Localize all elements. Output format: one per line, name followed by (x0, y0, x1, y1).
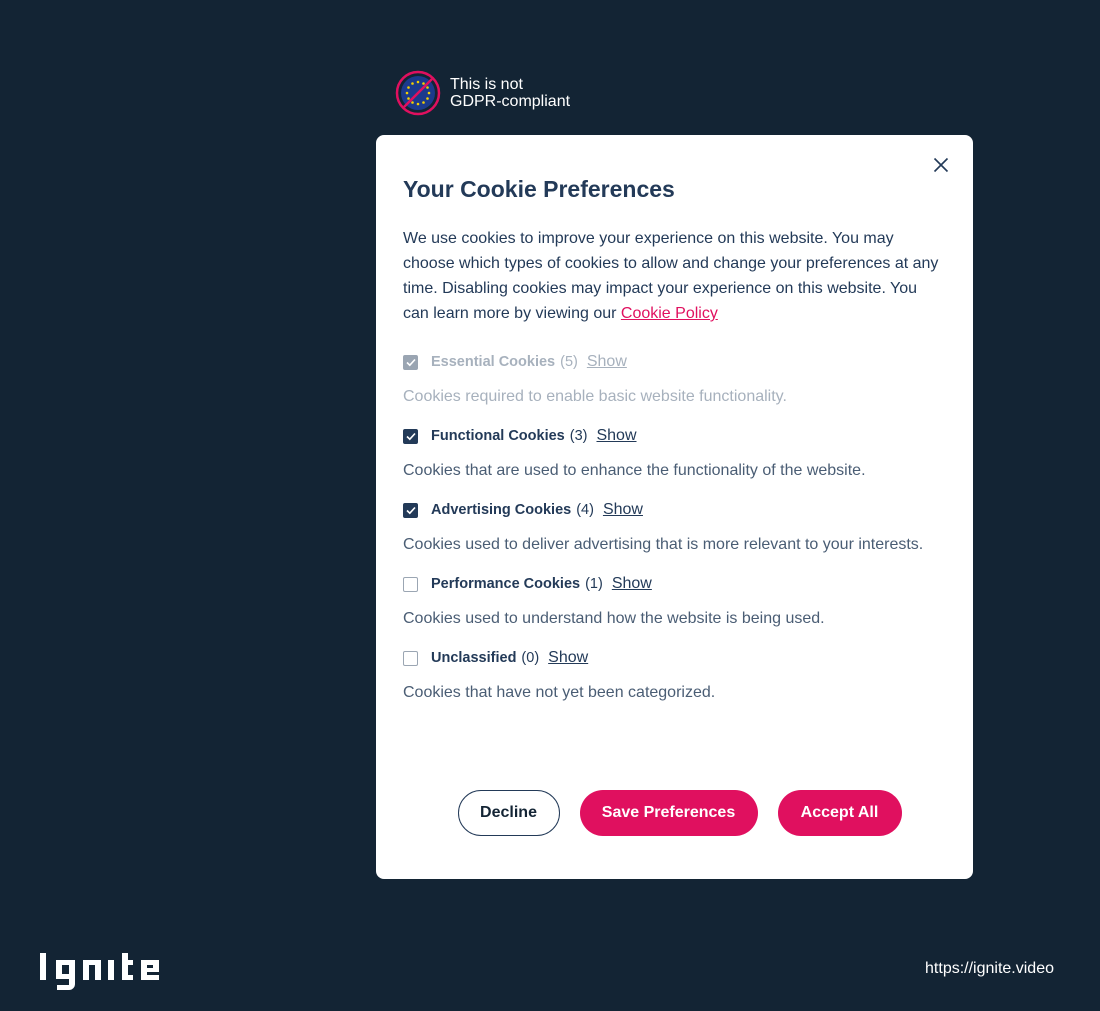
check-icon (405, 358, 416, 366)
category-description: Cookies used to understand how the websi… (403, 610, 825, 627)
category-count: (3) (569, 428, 588, 444)
category-name: Essential Cookies (431, 354, 556, 370)
decline-button[interactable]: Decline (457, 790, 560, 836)
category-description: Cookies required to enable basic website… (403, 388, 787, 405)
ignite-logo-icon (40, 953, 159, 990)
category-name: Unclassified (431, 650, 517, 666)
performance-checkbox[interactable] (403, 576, 418, 592)
show-advertising-link[interactable]: Show (603, 501, 643, 519)
show-functional-link[interactable]: Show (596, 427, 636, 445)
intro-text: We use cookies to improve your experienc… (403, 226, 946, 326)
category-description: Cookies that are used to enhance the fun… (403, 462, 866, 479)
action-buttons: Decline Save Preferences Accept All (376, 790, 973, 836)
check-icon (405, 506, 416, 514)
category-name: Performance Cookies (431, 576, 581, 592)
unclassified-checkbox[interactable] (403, 650, 418, 666)
cookie-preferences-modal: Your Cookie Preferences We use cookies t… (376, 135, 973, 879)
category-name: Advertising Cookies (431, 502, 572, 518)
advertising-checkbox[interactable] (403, 502, 418, 518)
category-functional: Functional Cookies (3) Show Cookies that… (403, 426, 946, 481)
category-count: (5) (560, 354, 578, 370)
cookie-policy-link[interactable]: Cookie Policy (621, 305, 718, 322)
show-unclassified-link[interactable]: Show (548, 649, 588, 667)
category-essential: Essential Cookies (5) Show Cookies requi… (403, 352, 946, 407)
gdpr-line-1: This is not (450, 76, 523, 93)
category-unclassified: Unclassified (0) Show Cookies that have … (403, 648, 946, 703)
category-count: (4) (576, 502, 594, 518)
save-preferences-button[interactable]: Save Preferences (579, 790, 758, 836)
show-performance-link[interactable]: Show (612, 575, 652, 593)
category-performance: Performance Cookies (1) Show Cookies use… (403, 574, 946, 629)
ignite-logo (38, 946, 186, 995)
check-icon (405, 432, 416, 440)
close-button[interactable] (931, 155, 951, 175)
essential-checkbox (403, 354, 418, 370)
functional-checkbox[interactable] (403, 428, 418, 444)
category-name: Functional Cookies (431, 428, 565, 444)
gdpr-line-2: GDPR-compliant (450, 93, 571, 110)
gdpr-badge: This is not GDPR-compliant (395, 70, 570, 116)
category-description: Cookies that have not yet been categoriz… (403, 684, 716, 701)
category-count: (1) (585, 576, 603, 592)
category-count: (0) (521, 650, 540, 666)
category-description: Cookies used to deliver advertising that… (403, 536, 924, 553)
cookie-category-list: Essential Cookies (5) Show Cookies requi… (403, 352, 946, 703)
accept-all-button[interactable]: Accept All (777, 790, 902, 836)
eu-flag-crossed-icon (395, 70, 441, 116)
close-icon (933, 157, 949, 173)
modal-title: Your Cookie Preferences (403, 176, 675, 202)
category-advertising: Advertising Cookies (4) Show Cookies use… (403, 500, 946, 555)
show-essential-link[interactable]: Show (587, 353, 627, 371)
gdpr-warning-text: This is not GDPR-compliant (450, 76, 570, 110)
site-url[interactable]: https://ignite.video (925, 960, 1054, 978)
